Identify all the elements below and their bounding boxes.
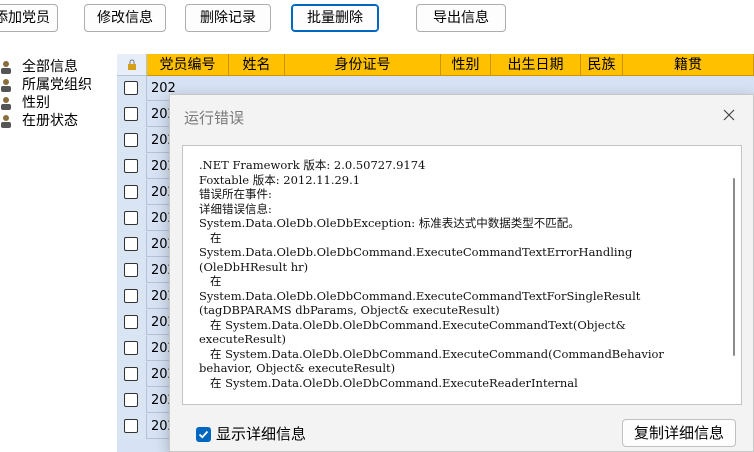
row-selector — [117, 232, 147, 257]
add-member-button[interactable]: 添加党员 — [0, 4, 58, 32]
close-icon[interactable] — [719, 105, 739, 125]
row-checkbox[interactable] — [124, 289, 138, 303]
row-checkbox[interactable] — [124, 107, 138, 121]
delete-record-button[interactable]: 删除记录 — [185, 4, 271, 32]
row-checkbox[interactable] — [124, 237, 138, 251]
row-checkbox[interactable] — [124, 419, 138, 433]
row-selector — [117, 128, 147, 153]
row-selector — [117, 206, 147, 231]
row-selector — [117, 154, 147, 179]
row-selector — [117, 414, 147, 439]
people-icon — [1, 61, 11, 74]
people-icon — [1, 115, 11, 128]
tree-item-label: 全部信息 — [22, 59, 78, 75]
column-header-id-number[interactable]: 身份证号 — [285, 54, 441, 76]
column-header-native-place[interactable]: 籍贯 — [623, 54, 754, 76]
error-detail-text: .NET Framework 版本: 2.0.50727.9174 Foxtab… — [199, 158, 664, 390]
row-selector — [117, 388, 147, 413]
export-info-button[interactable]: 导出信息 — [416, 4, 506, 32]
check-icon — [198, 430, 209, 439]
row-selector — [117, 310, 147, 335]
row-checkbox[interactable] — [124, 185, 138, 199]
dialog-title: 运行错误 — [184, 109, 245, 127]
column-header-member-id[interactable]: 党员编号 — [147, 54, 229, 76]
error-detail-box[interactable]: .NET Framework 版本: 2.0.50727.9174 Foxtab… — [182, 145, 742, 405]
row-checkbox[interactable] — [124, 341, 138, 355]
select-all-header[interactable] — [117, 54, 147, 76]
grid-header: 党员编号 姓名 身份证号 性别 出生日期 民族 籍贯 — [117, 54, 754, 76]
copy-details-button[interactable]: 复制详细信息 — [622, 419, 736, 447]
row-checkbox[interactable] — [124, 81, 138, 95]
toolbar: 添加党员 修改信息 删除记录 批量删除 导出信息 — [0, 0, 754, 46]
row-checkbox[interactable] — [124, 133, 138, 147]
column-header-ethnicity[interactable]: 民族 — [581, 54, 623, 76]
tree-item-label: 在册状态 — [22, 113, 78, 129]
row-checkbox[interactable] — [124, 159, 138, 173]
error-dialog: 运行错误 .NET Framework 版本: 2.0.50727.9174 F… — [169, 94, 754, 452]
column-header-birth-date[interactable]: 出生日期 — [491, 54, 581, 76]
people-icon — [1, 79, 11, 92]
show-details-checkbox[interactable] — [196, 427, 211, 442]
tree-item-label: 性别 — [22, 95, 50, 111]
row-selector — [117, 180, 147, 205]
row-selector — [117, 284, 147, 309]
row-selector — [117, 258, 147, 283]
scrollbar[interactable] — [733, 178, 735, 356]
people-icon — [1, 97, 11, 110]
row-selector — [117, 362, 147, 387]
column-header-name[interactable]: 姓名 — [229, 54, 285, 76]
category-tree: 全部信息 所属党组织 性别 在册状态 — [0, 56, 116, 452]
row-checkbox[interactable] — [124, 211, 138, 225]
lock-icon — [128, 59, 136, 70]
row-checkbox[interactable] — [124, 393, 138, 407]
row-checkbox[interactable] — [124, 367, 138, 381]
row-selector — [117, 102, 147, 127]
row-selector — [117, 336, 147, 361]
show-details-label: 显示详细信息 — [216, 425, 307, 443]
row-selector — [117, 76, 147, 101]
row-checkbox[interactable] — [124, 263, 138, 277]
tree-item-label: 所属党组织 — [22, 77, 92, 93]
row-checkbox[interactable] — [124, 315, 138, 329]
edit-info-button[interactable]: 修改信息 — [84, 4, 166, 32]
batch-delete-button[interactable]: 批量删除 — [291, 4, 379, 32]
column-header-gender[interactable]: 性别 — [441, 54, 491, 76]
